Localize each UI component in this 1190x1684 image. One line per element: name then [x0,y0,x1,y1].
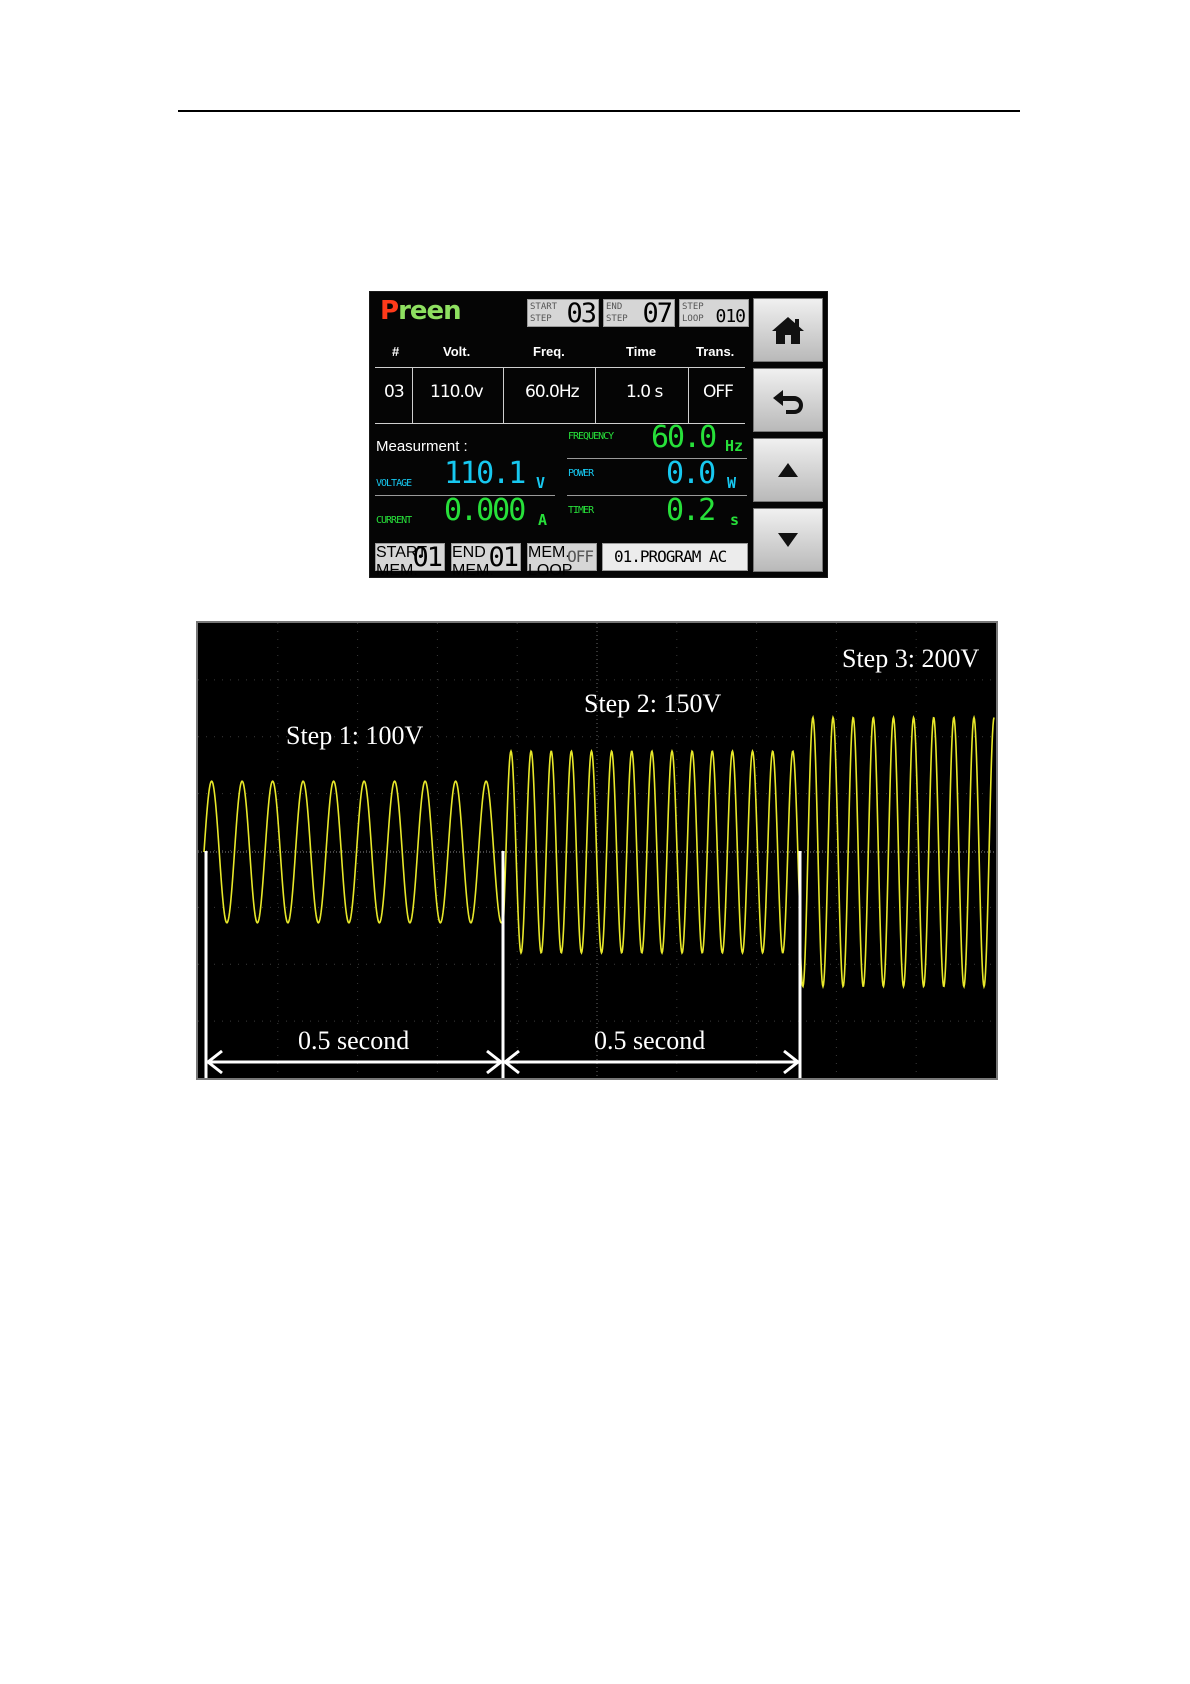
table-divider [412,367,413,423]
measurement-heading: Measurment : [376,438,468,455]
cell-trans[interactable]: OFF [703,382,734,402]
brand-initial: P [380,296,399,326]
col-header-time: Time [626,344,657,359]
start-step-caption: START STEP [530,302,558,324]
start-step-value: 03 [566,298,596,329]
voltage-label: VOLTAGE [376,478,412,489]
start-mem-value: 01 [412,542,442,573]
scroll-up-button[interactable] [753,438,823,502]
start-step-field[interactable]: START STEP 03 [527,298,599,329]
cell-volt[interactable]: 110.0v [430,382,484,402]
current-unit: A [538,511,548,529]
home-button[interactable] [753,298,823,362]
frequency-unit: Hz [725,437,744,455]
step-loop-field[interactable]: STEP LOOP 010 [679,299,749,327]
col-header-trans: Trans. [696,344,735,359]
step-2-label: Step 2: 150V [584,689,722,718]
measurement-separator [567,495,747,496]
timer-value: 0.2 [666,493,716,528]
frequency-value: 60.0 [651,420,717,455]
triangle-up-icon [778,463,798,477]
end-step-caption: END STEP [606,302,628,324]
home-icon [772,317,804,344]
cell-freq[interactable]: 60.0Hz [525,382,580,402]
step-3-label: Step 3: 200V [842,644,980,673]
table-divider [595,367,596,423]
page-top-rule [178,110,1020,112]
table-divider [688,367,689,423]
power-unit: W [727,474,737,492]
cell-time[interactable]: 1.0 s [626,382,663,402]
current-label: CURRENT [376,515,412,526]
scroll-down-button[interactable] [753,508,823,572]
start-mem-field[interactable]: START MEM. 01 [375,542,445,579]
step-loop-value: 010 [715,306,745,327]
col-header-volt: Volt. [443,344,471,359]
current-value: 0.000 [444,493,526,528]
timer-label: TIMER [568,505,594,516]
measurement-separator [567,458,747,459]
power-label: POWER [568,468,594,479]
step-1-label: Step 1: 100V [286,721,424,750]
step-loop-caption: STEP LOOP [682,302,704,324]
end-step-field[interactable]: END STEP 07 [603,298,675,329]
back-arrow-icon [773,390,803,414]
cell-index[interactable]: 03 [384,382,405,402]
end-mem-field[interactable]: END MEM. 01 [451,542,521,579]
mem-loop-value: OFF [567,547,594,566]
instrument-panel: Preen START STEP 03 END STEP 07 STEP LOOP 0… [369,291,828,579]
frequency-label: FREQUENCY [568,431,614,442]
triangle-down-icon [778,533,798,547]
brand-logo: Preen [380,296,462,326]
table-top-rule [375,367,745,368]
table-divider [503,367,504,423]
back-button[interactable] [753,368,823,432]
col-header-freq: Freq. [533,344,565,359]
program-name-field[interactable]: 01.PROGRAM AC [602,543,748,571]
duration-1-label: 0.5 second [298,1026,410,1055]
end-step-value: 07 [642,298,672,329]
waveform-trace [203,714,995,990]
col-header-index: # [392,344,400,359]
duration-2-label: 0.5 second [594,1026,706,1055]
oscilloscope-view: Step 1: 100V Step 2: 150V Step 3: 200V 0… [196,621,998,1080]
power-value: 0.0 [666,456,716,491]
mem-loop-field[interactable]: MEM. LOOP OFF [527,543,597,579]
end-mem-value: 01 [488,542,518,573]
voltage-value: 110.1 [444,456,526,491]
voltage-unit: V [536,474,546,492]
timer-unit: s [730,511,740,529]
brand-rest: reen [398,296,462,326]
